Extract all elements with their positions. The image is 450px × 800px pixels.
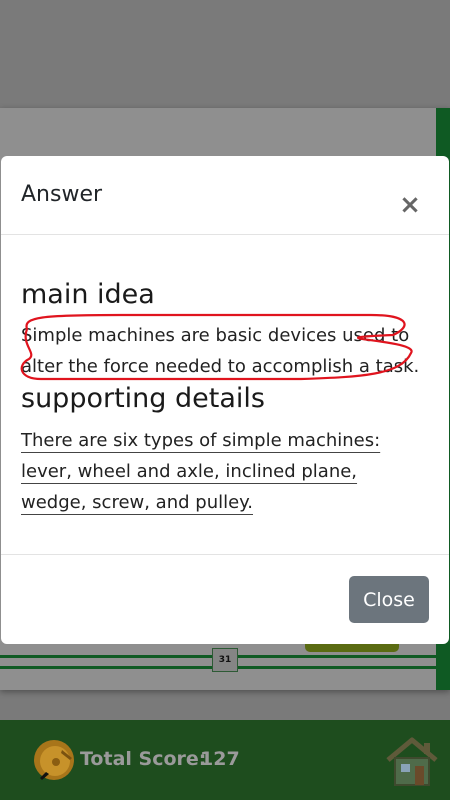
modal-header: Answer × (1, 156, 449, 235)
answer-modal: Answer × main idea Simple machines are b… (1, 156, 449, 644)
page-number-badge: 31 (212, 648, 238, 672)
supporting-details-underlined-text: There are six types of simple machines: … (21, 430, 381, 513)
main-idea-text: Simple machines are basic devices used t… (21, 325, 420, 377)
home-icon[interactable] (384, 734, 440, 788)
supporting-details-text: There are six types of simple machines: … (21, 425, 427, 518)
total-score-label: Total Score: (80, 748, 207, 770)
close-icon[interactable]: × (397, 192, 423, 218)
modal-title: Answer (21, 182, 103, 207)
modal-body: main idea Simple machines are basic devi… (1, 235, 449, 555)
coin-icon (34, 740, 74, 780)
total-score-value: 127 (200, 748, 240, 770)
supporting-details-heading: supporting details (21, 383, 265, 414)
close-button[interactable]: Close (349, 576, 429, 623)
main-idea-heading: main idea (21, 279, 155, 310)
